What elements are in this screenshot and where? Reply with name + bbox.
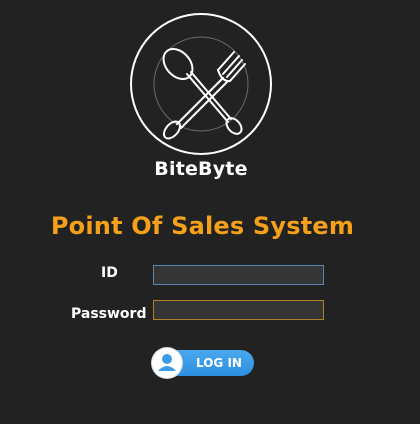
bitebyte-logo: BiteByte	[130, 12, 272, 194]
page-title: Point Of Sales System	[50, 212, 355, 240]
login-button[interactable]: LOG IN	[152, 348, 254, 378]
password-label: Password	[71, 306, 147, 322]
logo-text: BiteByte	[154, 158, 248, 180]
password-input[interactable]	[153, 300, 324, 320]
id-label: ID	[101, 265, 118, 281]
id-input[interactable]	[153, 265, 324, 285]
user-icon	[152, 348, 182, 378]
login-button-label: LOG IN	[196, 356, 242, 370]
